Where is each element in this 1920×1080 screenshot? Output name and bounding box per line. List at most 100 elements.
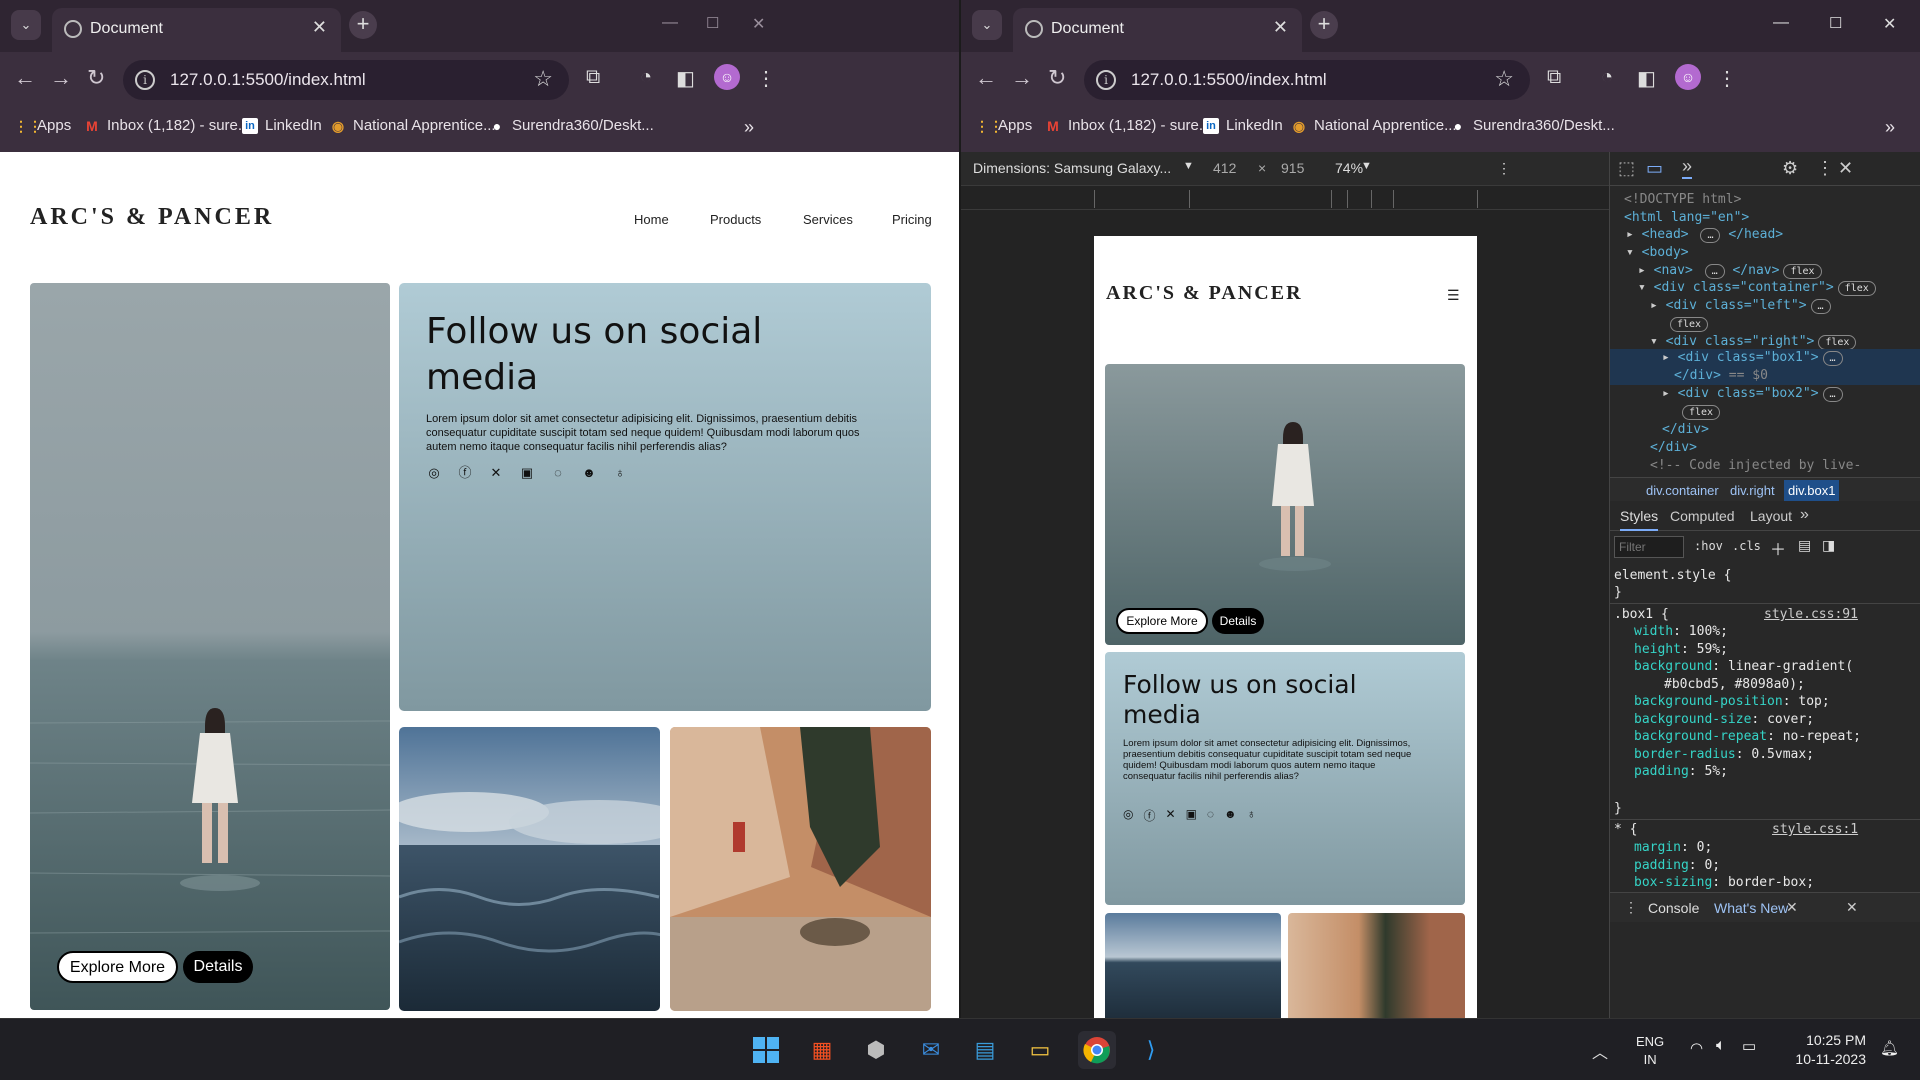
css-declaration[interactable]: background-repeat: no-repeat; — [1634, 729, 1861, 747]
device-select[interactable]: Dimensions: Samsung Galaxy... — [973, 160, 1171, 176]
caret-down-icon[interactable]: ▼ — [1361, 160, 1372, 172]
address-bar-right[interactable]: i 127.0.0.1:5500/index.html ☆ — [1084, 60, 1530, 100]
extensions-icon[interactable]: ⧉ — [586, 66, 600, 89]
site-info-icon[interactable]: i — [1096, 70, 1116, 90]
inspect-element-icon[interactable]: ⬚ — [1618, 158, 1635, 179]
wifi-icon[interactable]: ◠ — [1690, 1039, 1703, 1057]
height-input[interactable]: 915 — [1281, 160, 1304, 176]
side-panel-icon[interactable]: ◧ — [676, 66, 695, 91]
close-drawer-icon[interactable]: ✕ — [1846, 899, 1858, 916]
forward-icon[interactable]: → — [50, 66, 72, 90]
bookmarks-overflow-icon[interactable]: » — [744, 117, 754, 138]
volume-icon[interactable]: 🔈︎ — [1716, 1037, 1726, 1055]
details-button[interactable]: Details — [183, 951, 253, 983]
tab-search-button-right[interactable]: ⌄ — [972, 10, 1002, 40]
performance-icon[interactable]: ◔ — [640, 66, 652, 89]
tab-computed[interactable]: Computed — [1670, 508, 1735, 524]
breadcrumb-right[interactable]: div.right — [1730, 483, 1775, 498]
close-window-icon[interactable]: ✕ — [752, 14, 765, 34]
minimize-icon[interactable]: — — [1773, 14, 1789, 32]
github-icon[interactable]: ♁ — [612, 465, 628, 481]
settings-gear-icon[interactable]: ⚙ — [1782, 158, 1798, 179]
bookmark-apprentice[interactable]: ◉ National Apprentice... — [1291, 117, 1457, 134]
site-info-icon[interactable]: i — [135, 70, 155, 90]
tab-styles[interactable]: Styles — [1620, 508, 1659, 531]
device-toggle-icon[interactable]: ▭ — [1646, 158, 1663, 179]
nav-products[interactable]: Products — [710, 212, 761, 227]
new-tab-button-right[interactable]: + — [1310, 11, 1338, 39]
css-declaration[interactable]: margin: 0; — [1634, 840, 1712, 858]
minimize-icon[interactable]: — — [662, 14, 678, 32]
reload-icon[interactable]: ↻ — [1048, 66, 1066, 90]
box1-rule-selector[interactable]: .box1 { — [1614, 607, 1669, 625]
back-icon[interactable]: ← — [975, 66, 997, 90]
zoom-select[interactable]: 74% — [1335, 160, 1363, 176]
maximize-icon[interactable]: ☐ — [1829, 14, 1842, 32]
box1-rule-source[interactable]: style.css:91 — [1764, 607, 1858, 625]
tab-console[interactable]: Console — [1648, 900, 1699, 916]
nav-services[interactable]: Services — [803, 212, 853, 227]
linkedin-icon[interactable]: ▣ — [519, 465, 535, 481]
nav-pricing[interactable]: Pricing — [892, 212, 932, 227]
whatsapp-icon[interactable]: ◌ — [550, 465, 566, 481]
more-panels-icon[interactable]: » — [1682, 156, 1693, 179]
chrome-icon[interactable] — [1078, 1031, 1116, 1069]
explore-more-button[interactable]: Explore More — [57, 951, 178, 983]
css-declaration[interactable]: width: 100%; — [1634, 624, 1728, 642]
css-declaration[interactable]: #b0cbd5, #8098a0); — [1664, 677, 1805, 695]
box1-node[interactable]: ▸ <div class="box1">… — [1662, 350, 1843, 368]
bookmarks-overflow-icon[interactable]: » — [1885, 117, 1895, 138]
linkedin-icon[interactable]: ▣ — [1186, 807, 1197, 824]
hexagon-app-icon[interactable]: ⬢ — [857, 1031, 895, 1069]
class-toggle[interactable]: .cls — [1732, 539, 1761, 553]
performance-icon[interactable]: ◔ — [1601, 66, 1613, 89]
reload-icon[interactable]: ↻ — [87, 66, 105, 90]
css-declaration[interactable]: height: 59%; — [1634, 642, 1728, 660]
close-tab-icon[interactable]: ✕ — [1273, 17, 1288, 38]
close-tab-icon[interactable]: ✕ — [312, 17, 327, 38]
styles-filter-input[interactable] — [1614, 536, 1684, 558]
windows-start-icon[interactable] — [747, 1031, 785, 1069]
css-declaration[interactable]: box-sizing: border-box; — [1634, 875, 1814, 893]
close-devtools-icon[interactable]: ✕ — [1838, 158, 1853, 179]
whatsapp-icon[interactable]: ◌ — [1207, 807, 1214, 824]
more-tabs-icon[interactable]: » — [1800, 506, 1809, 524]
css-declaration[interactable]: border-radius: 0.5vmax; — [1634, 747, 1814, 765]
bookmark-linkedin[interactable]: in LinkedIn — [1203, 117, 1283, 134]
bookmark-gmail[interactable]: M Inbox (1,182) - sure... — [1045, 117, 1211, 134]
tab-layout[interactable]: Layout — [1750, 508, 1792, 524]
hamburger-menu-icon[interactable]: ☰ — [1447, 288, 1463, 302]
mail-icon[interactable]: ✉ — [912, 1031, 950, 1069]
device-options-icon[interactable]: ⋮ — [1497, 160, 1511, 177]
browser-tab[interactable]: Document ✕ — [52, 8, 341, 52]
width-input[interactable]: 412 — [1213, 160, 1236, 176]
universal-rule-selector[interactable]: * { — [1614, 822, 1637, 840]
microsoft-store-icon[interactable]: ▦ — [803, 1031, 841, 1069]
instagram-icon[interactable]: ◎ — [1123, 807, 1133, 824]
facebook-icon[interactable]: ⓕ — [457, 465, 473, 481]
forward-icon[interactable]: → — [1011, 66, 1033, 90]
bookmark-github[interactable]: ● Surendra360/Deskt... — [489, 117, 654, 134]
universal-rule-source[interactable]: style.css:1 — [1772, 822, 1858, 840]
bookmark-linkedin[interactable]: in LinkedIn — [242, 117, 322, 134]
bookmark-apps[interactable]: ⋮⋮ Apps — [14, 117, 71, 134]
chevron-up-icon[interactable]: ︿ — [1592, 1039, 1608, 1063]
close-window-icon[interactable]: ✕ — [1883, 14, 1896, 34]
bookmark-github[interactable]: ● Surendra360/Deskt... — [1450, 117, 1615, 134]
new-rule-icon[interactable]: ＋ — [1770, 536, 1786, 560]
tab-whats-new[interactable]: What's New — [1714, 900, 1788, 916]
facebook-icon[interactable]: ⓕ — [1143, 807, 1155, 824]
file-explorer-icon[interactable]: ▭ — [1021, 1031, 1059, 1069]
browser-tab-right[interactable]: Document ✕ — [1013, 8, 1302, 52]
discord-icon[interactable]: ☻ — [1224, 807, 1237, 824]
drawer-menu-icon[interactable]: ⋮ — [1624, 899, 1638, 916]
x-icon[interactable]: ✕ — [1166, 807, 1176, 824]
nav-home[interactable]: Home — [634, 212, 669, 227]
close-whats-new-icon[interactable]: ✕ — [1786, 899, 1798, 916]
breadcrumb-box1[interactable]: div.box1 — [1784, 480, 1840, 501]
x-icon[interactable]: ✕ — [488, 465, 504, 481]
address-bar[interactable]: i 127.0.0.1:5500/index.html ☆ — [123, 60, 569, 100]
css-declaration[interactable]: background: linear-gradient( — [1634, 659, 1853, 677]
html-node[interactable]: <html lang="en"> — [1624, 210, 1749, 228]
menu-icon[interactable]: ⋮ — [756, 66, 776, 91]
